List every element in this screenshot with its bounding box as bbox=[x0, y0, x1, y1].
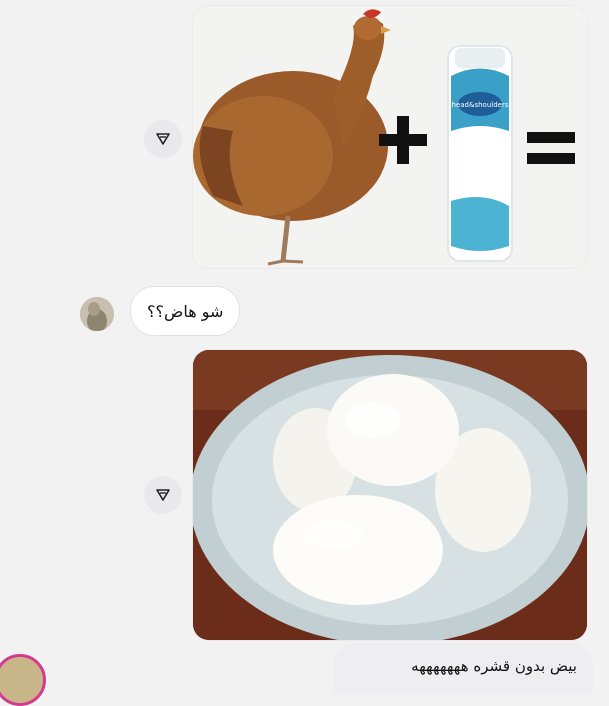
shampoo-bottle-icon: head&shoulders bbox=[447, 45, 513, 262]
chat-thread: head&shoulders شو هاض؟؟ بيض بدون قشره هه… bbox=[0, 0, 609, 706]
svg-text:head&shoulders: head&shoulders bbox=[452, 101, 509, 109]
avatar[interactable] bbox=[80, 297, 114, 331]
profile-avatar[interactable] bbox=[0, 654, 46, 706]
share-arrow-icon bbox=[156, 489, 170, 501]
chicken-shampoo-image: head&shoulders bbox=[193, 6, 587, 268]
share-arrow-icon bbox=[156, 133, 170, 145]
share-button[interactable] bbox=[144, 120, 182, 158]
image-message-chicken-shampoo[interactable]: head&shoulders bbox=[193, 6, 587, 268]
avatar-photo bbox=[80, 297, 114, 331]
message-text: شو هاض؟؟ bbox=[147, 301, 224, 321]
share-button[interactable] bbox=[144, 476, 182, 514]
image-message-eggs[interactable] bbox=[193, 350, 587, 640]
outgoing-message-bubble[interactable]: بيض بدون قشره هههههههه bbox=[333, 643, 593, 693]
message-text: بيض بدون قشره هههههههه bbox=[411, 657, 577, 675]
incoming-message-bubble[interactable]: شو هاض؟؟ bbox=[130, 286, 241, 336]
eggs-bowl-image bbox=[193, 350, 587, 640]
